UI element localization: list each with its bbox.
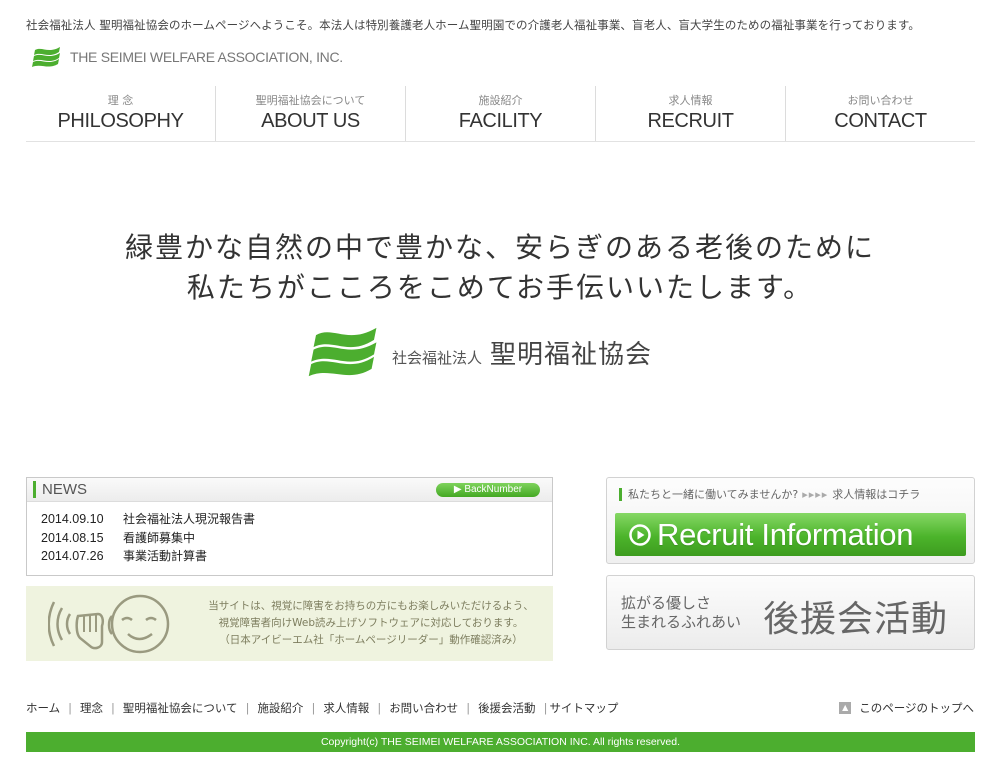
news-date: 2014.07.26 — [41, 549, 104, 563]
nav-facility[interactable]: 施設紹介 FACILITY — [406, 86, 596, 141]
recruit-information-button[interactable]: Recruit Information — [615, 513, 966, 556]
news-item[interactable]: 2014.08.15 看護師募集中 — [41, 529, 552, 548]
news-item[interactable]: 2014.07.26 事業活動計算書 — [41, 547, 552, 566]
separator: | — [68, 701, 73, 715]
nav-en-label: FACILITY — [458, 110, 543, 132]
supporters-association-banner[interactable]: 拡がる優しさ 生まれるふれあい 後援会活動 — [606, 575, 975, 650]
separator: | — [543, 701, 548, 715]
accessibility-line-3: （日本アイビーエム社「ホームページリーダー」動作確認済み） — [219, 634, 523, 646]
separator: | — [466, 701, 471, 715]
news-panel: NEWS ▶ BackNumber 2014.09.10 社会福祉法人現況報告書 … — [26, 477, 553, 576]
brand-name: THE SEIMEI WELFARE ASSOCIATION, INC. — [70, 49, 343, 65]
separator: | — [245, 701, 250, 715]
nav-en-label: CONTACT — [834, 110, 927, 132]
accessibility-notice: 当サイトは、視覚に障害をお持ちの方にもお楽しみいただけるよう、 視覚障害者向けW… — [26, 586, 553, 661]
separator: | — [111, 701, 115, 715]
news-list: 2014.09.10 社会福祉法人現況報告書 2014.08.15 看護師募集中 2… — [27, 502, 552, 566]
nav-philosophy[interactable]: 理 念 PHILOSOPHY — [26, 86, 216, 141]
site-intro-text: 社会福祉法人 聖明福祉協会のホームページへようこそ。本法人は特別養護老人ホーム聖… — [26, 18, 920, 32]
seimei-logo-icon — [32, 47, 60, 67]
nav-en-label: PHILOSOPHY — [57, 110, 184, 132]
footer-link-contact[interactable]: お問い合わせ — [389, 701, 458, 715]
accessibility-line-1: 当サイトは、視覚に障害をお持ちの方にもお楽しみいただけるよう、 — [208, 600, 534, 612]
support-title: 後援会活動 — [763, 599, 949, 640]
footer-link-philosophy[interactable]: 理念 — [80, 701, 103, 715]
copyright-bar: Copyright(c) THE SEIMEI WELFARE ASSOCIAT… — [26, 732, 975, 752]
main-nav: 理 念 PHILOSOPHY 聖明福祉協会について ABOUT US 施設紹介 … — [26, 86, 975, 142]
play-circle-icon — [629, 523, 651, 546]
nav-contact[interactable]: お問い合わせ CONTACT — [786, 86, 975, 141]
recruit-button-label: Recruit Information — [657, 516, 914, 552]
support-tagline-1: 拡がる優しさ — [621, 594, 712, 612]
separator: | — [311, 701, 316, 715]
arrow-up-icon: ▲ — [839, 702, 852, 714]
listening-face-icon — [48, 594, 170, 654]
news-title: NEWS — [33, 481, 87, 498]
footer-nav: ホーム | 理念 | 聖明福祉協会について | 施設紹介 | 求人情報 | お問い合わせ | 後援会活動… — [26, 700, 618, 716]
nav-recruit[interactable]: 求人情報 RECRUIT — [596, 86, 786, 141]
recruit-banner: 私たちと一緒に働いてみませんか? ▸▸▸▸ 求人情報はコチラ Recruit Inf… — [606, 477, 975, 564]
nav-en-label: ABOUT US — [261, 110, 360, 132]
back-to-top-link[interactable]: ▲ このページのトップへ — [839, 700, 974, 716]
footer-link-home[interactable]: ホーム — [26, 701, 60, 715]
nav-en-label: RECRUIT — [647, 110, 734, 132]
seimei-logo-icon — [308, 327, 377, 377]
accessibility-line-2: 視覚障害者向けWeb読み上げソフトウェアに対応しております。 — [218, 617, 524, 629]
arrows-icon: ▸▸▸▸ — [802, 488, 829, 501]
news-date: 2014.09.10 — [41, 512, 104, 526]
footer-link-about[interactable]: 聖明福祉協会について — [123, 701, 238, 715]
hero-line-2: 私たちがこころをこめてお手伝いいたします。 — [186, 271, 814, 304]
news-text: 看護師募集中 — [123, 530, 196, 545]
footer-link-recruit[interactable]: 求人情報 — [323, 701, 369, 715]
news-item[interactable]: 2014.09.10 社会福祉法人現況報告書 — [41, 510, 552, 529]
recruit-prompt: 私たちと一緒に働いてみませんか? — [628, 488, 799, 501]
separator: | — [377, 701, 382, 715]
support-tagline-2: 生まれるふれあい — [621, 613, 742, 631]
hero-line-1: 緑豊かな自然の中で豊かな、安らぎのある老後のために — [124, 231, 875, 264]
news-header: NEWS ▶ BackNumber — [27, 478, 552, 502]
back-to-top-label: このページのトップへ — [859, 701, 974, 715]
nav-jp-label: 求人情報 — [668, 94, 713, 107]
news-text: 社会福祉法人現況報告書 — [123, 512, 256, 526]
nav-jp-label: 施設紹介 — [478, 94, 523, 107]
recruit-link-text: 求人情報はコチラ — [832, 488, 921, 501]
footer-link-sitemap[interactable]: サイトマップ — [549, 701, 618, 715]
hero-logo-subtitle: 社会福祉法人 — [392, 348, 483, 367]
support-tagline: 拡がる優しさ 生まれるふれあい — [621, 594, 741, 632]
accessibility-text: 当サイトは、視覚に障害をお持ちの方にもお楽しみいただけるよう、 視覚障害者向けW… — [196, 598, 546, 649]
news-text: 事業活動計算書 — [123, 549, 208, 563]
recruit-link[interactable]: 私たちと一緒に働いてみませんか? ▸▸▸▸ 求人情報はコチラ — [619, 488, 920, 501]
footer-link-support[interactable]: 後援会活動 — [478, 701, 536, 715]
nav-jp-label: 聖明福祉協会について — [255, 94, 366, 107]
nav-jp-label: お問い合わせ — [847, 94, 914, 107]
hero-logo: 社会福祉法人 聖明福祉協会 — [306, 323, 652, 381]
site-logo[interactable]: THE SEIMEI WELFARE ASSOCIATION, INC. — [32, 44, 343, 70]
nav-about-us[interactable]: 聖明福祉協会について ABOUT US — [216, 86, 406, 141]
news-date: 2014.08.15 — [41, 530, 104, 545]
nav-jp-label: 理 念 — [107, 94, 134, 107]
footer-link-facility[interactable]: 施設紹介 — [257, 701, 303, 715]
hero-message: 緑豊かな自然の中で豊かな、安らぎのある老後のために 私たちがこころをこめてお手伝… — [0, 228, 1000, 308]
hero-logo-title: 聖明福祉協会 — [490, 339, 653, 370]
back-number-button[interactable]: ▶ BackNumber — [436, 483, 540, 497]
